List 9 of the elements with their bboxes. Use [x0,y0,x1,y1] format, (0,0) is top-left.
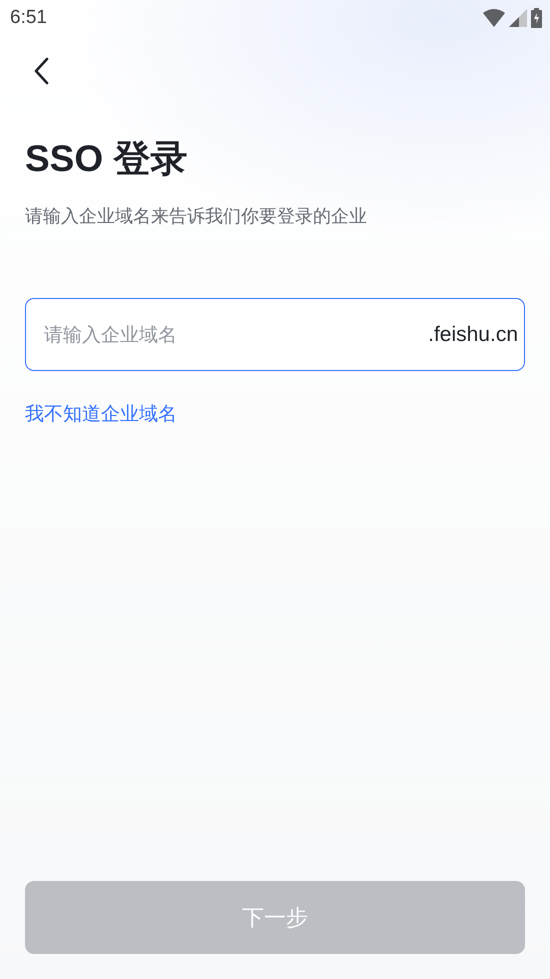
signal-icon [509,9,527,27]
wifi-icon [483,9,505,27]
help-link[interactable]: 我不知道企业域名 [25,401,177,427]
status-time: 6:51 [10,7,47,29]
back-icon [33,57,49,85]
page-title: SSO 登录 [25,137,188,181]
battery-icon [531,8,542,28]
domain-suffix: .feishu.cn [428,322,518,346]
page-subtitle: 请输入企业域名来告诉我们你要登录的企业 [25,205,368,228]
